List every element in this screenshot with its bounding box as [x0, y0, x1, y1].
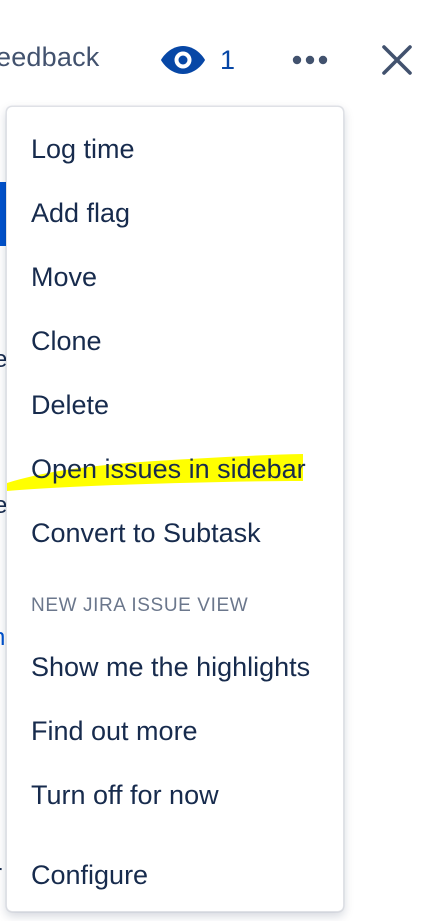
menu-item-label: Find out more	[31, 715, 198, 746]
menu-item-log-time[interactable]: Log time	[7, 117, 343, 181]
menu-item-label: Move	[31, 261, 98, 292]
menu-item-convert-to-subtask[interactable]: Convert to Subtask	[7, 501, 343, 565]
issue-header-toolbar: eedback 1	[0, 0, 432, 110]
menu-group-heading: NEW JIRA ISSUE VIEW	[31, 595, 249, 616]
menu-item-label: Turn off for now	[31, 779, 219, 810]
feedback-link[interactable]: eedback	[0, 42, 99, 73]
watcher-count: 1	[220, 44, 236, 75]
close-button[interactable]	[372, 36, 422, 84]
menu-item-label: Convert to Subtask	[31, 517, 261, 548]
watch-button[interactable]: 1	[160, 38, 235, 82]
issue-view-page: e e n r eedback 1	[0, 0, 432, 921]
menu-item-turn-off-for-now[interactable]: Turn off for now	[7, 763, 343, 827]
menu-item-label: Delete	[31, 389, 110, 420]
menu-item-delete[interactable]: Delete	[7, 373, 343, 437]
menu-item-label: Show me the highlights	[31, 651, 311, 682]
menu-item-find-out-more[interactable]: Find out more	[7, 699, 343, 763]
eye-icon	[161, 46, 205, 74]
menu-item-clone[interactable]: Clone	[7, 309, 343, 373]
menu-item-label: Clone	[31, 325, 102, 356]
more-horizontal-icon	[292, 55, 328, 65]
menu-item-move[interactable]: Move	[7, 245, 343, 309]
menu-item-add-flag[interactable]: Add flag	[7, 181, 343, 245]
more-actions-button[interactable]	[286, 42, 334, 78]
menu-item-label: Add flag	[31, 197, 131, 228]
menu-item-label: Open issues in sidebar	[31, 453, 306, 484]
menu-item-label: Log time	[31, 133, 135, 164]
menu-item-show-highlights[interactable]: Show me the highlights	[7, 635, 343, 699]
close-icon	[382, 45, 412, 75]
background-text-fragment: r	[0, 860, 2, 888]
menu-item-open-issues-in-sidebar[interactable]: Open issues in sidebar	[7, 437, 343, 501]
menu-item-label: Configure	[31, 859, 149, 890]
more-actions-menu: Log time Add flag Move Clone Delete Open…	[6, 106, 344, 912]
menu-item-configure[interactable]: Configure	[7, 843, 343, 907]
background-link-fragment: n	[0, 624, 5, 652]
